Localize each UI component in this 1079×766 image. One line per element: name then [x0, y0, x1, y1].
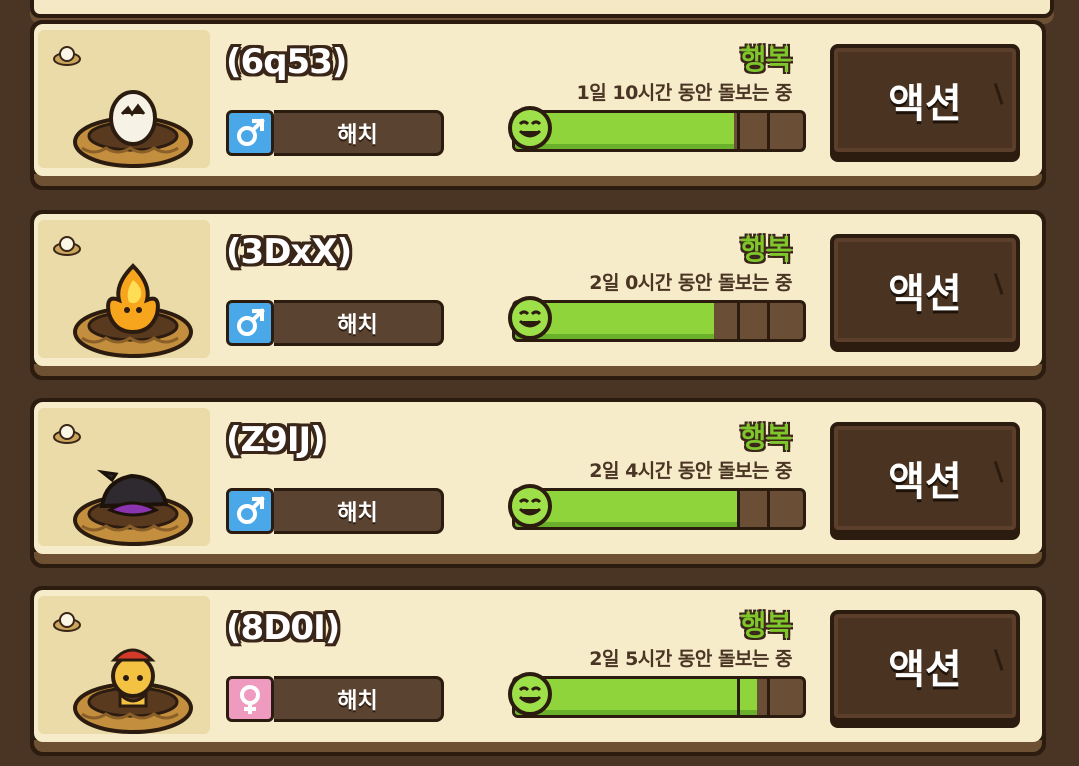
card-body: (8D0I) 해치 행복 2일 5시간 동안 돌보는 중 액션 [34, 590, 1042, 742]
pet-card-4: (8D0I) 해치 행복 2일 5시간 동안 돌보는 중 액션 [30, 586, 1046, 756]
action-button[interactable]: 액션 [830, 422, 1020, 534]
stage-label: 해치 [274, 676, 444, 722]
stage-label: 해치 [274, 488, 444, 534]
portrait-panel[interactable] [38, 220, 210, 358]
action-button-label: 액션 [888, 647, 962, 693]
female-gender-badge [226, 676, 274, 722]
egg-mini-icon [53, 424, 81, 444]
button-crack [993, 81, 1010, 105]
happiness-bar [512, 300, 806, 342]
action-button-label: 액션 [888, 271, 962, 317]
female-symbol-icon [240, 685, 260, 714]
bar-divider [767, 303, 770, 339]
portrait-panel[interactable] [38, 30, 210, 168]
happiness-bar [512, 676, 806, 718]
cracked-egg-icon [73, 90, 193, 168]
card-body: (6q53) 해치 행복 1일 10시간 동안 돌보는 중 액션 [34, 24, 1042, 176]
fire-creature-icon [73, 263, 193, 358]
pet-name: (8D0I) [226, 608, 340, 648]
smiley-face-icon [508, 672, 552, 716]
male-gender-badge [226, 488, 274, 534]
smiley-face-icon [508, 296, 552, 340]
mood-label: 행복 [740, 421, 792, 454]
male-symbol-icon [237, 118, 265, 146]
mood-label: 행복 [740, 609, 792, 642]
pet-name: (6q53) [226, 42, 347, 82]
card-body: (3DxX) 해치 행복 2일 0시간 동안 돌보는 중 액션 [34, 214, 1042, 366]
action-button[interactable]: 액션 [830, 234, 1020, 346]
mood-label: 행복 [740, 43, 792, 76]
action-button-label: 액션 [888, 81, 962, 127]
action-button[interactable]: 액션 [830, 44, 1020, 156]
egg-mini-icon [53, 236, 81, 256]
smiley-face-icon [508, 484, 552, 528]
male-gender-badge [226, 110, 274, 156]
bar-divider [737, 679, 740, 715]
bar-divider [737, 491, 740, 527]
pet-name: (Z9IJ) [226, 420, 326, 460]
stage-label: 해치 [274, 110, 444, 156]
action-button[interactable]: 액션 [830, 610, 1020, 722]
bar-divider [767, 679, 770, 715]
male-gender-badge [226, 300, 274, 346]
portrait-panel[interactable] [38, 596, 210, 734]
egg-mini-icon [53, 612, 81, 632]
stage-label: 해치 [274, 300, 444, 346]
bar-divider [767, 491, 770, 527]
card-body: (Z9IJ) 해치 행복 2일 4시간 동안 돌보는 중 액션 [34, 402, 1042, 554]
happiness-bar [512, 488, 806, 530]
previous-card-edge [30, 0, 1054, 18]
happiness-bar [512, 110, 806, 152]
pet-card-3: (Z9IJ) 해치 행복 2일 4시간 동안 돌보는 중 액션 [30, 398, 1046, 568]
dark-creature-icon [73, 469, 193, 546]
action-button-label: 액션 [888, 459, 962, 505]
bar-divider [737, 303, 740, 339]
smiley-face-icon [508, 106, 552, 150]
portrait-panel[interactable] [38, 408, 210, 546]
egg-mini-icon [53, 46, 81, 66]
button-crack [993, 271, 1010, 295]
mood-label: 행복 [740, 233, 792, 266]
male-symbol-icon [237, 308, 265, 336]
care-duration: 1일 10시간 동안 돌보는 중 [576, 82, 793, 104]
care-duration: 2일 0시간 동안 돌보는 중 [589, 272, 792, 294]
bar-divider [737, 113, 740, 149]
pet-name: (3DxX) [226, 232, 352, 272]
bar-divider [767, 113, 770, 149]
button-crack [993, 647, 1010, 671]
pet-card-2: (3DxX) 해치 행복 2일 0시간 동안 돌보는 중 액션 [30, 210, 1046, 380]
care-duration: 2일 4시간 동안 돌보는 중 [589, 460, 792, 482]
button-crack [993, 459, 1010, 483]
fox-creature-icon [73, 648, 193, 734]
pet-card-1: (6q53) 해치 행복 1일 10시간 동안 돌보는 중 액션 [30, 20, 1046, 190]
male-symbol-icon [237, 496, 265, 524]
care-duration: 2일 5시간 동안 돌보는 중 [589, 648, 792, 670]
